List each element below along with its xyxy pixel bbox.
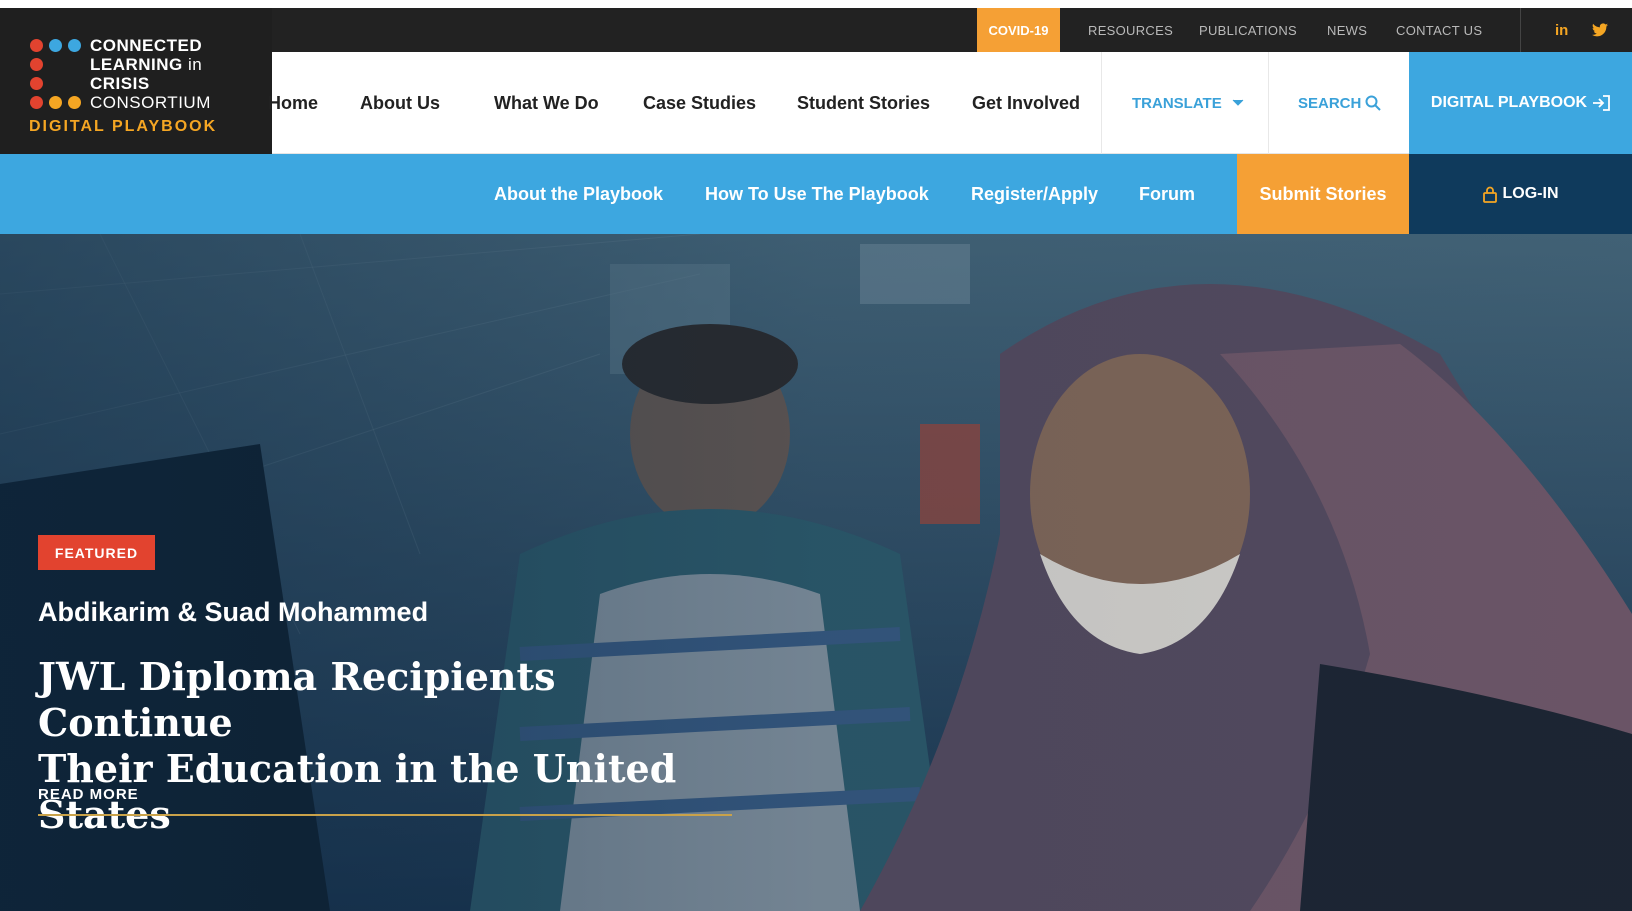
main-nav: Home About Us What We Do Case Studies St… [268, 52, 1632, 154]
utility-divider [1520, 8, 1521, 52]
news-link[interactable]: NEWS [1327, 8, 1367, 52]
featured-hero: FEATURED Abdikarim & Suad Mohammed JWL D… [0, 234, 1632, 911]
logo-wordmark: CONNECTED LEARNING in CRISIS CONSORTIUM [90, 36, 211, 112]
nav-separator [1268, 52, 1269, 154]
logo-line-2: LEARNING in [90, 55, 211, 74]
search-label: SEARCH [1298, 94, 1362, 112]
featured-names: Abdikarim & Suad Mohammed [38, 597, 429, 627]
logo-dots-icon [30, 39, 90, 119]
nav-get-involved[interactable]: Get Involved [972, 52, 1080, 154]
logo-line-4: CONSORTIUM [90, 93, 211, 112]
sign-in-arrow-icon [1593, 95, 1610, 111]
read-more-link[interactable]: READ MORE [38, 786, 139, 803]
logo-line-1: CONNECTED [90, 36, 203, 55]
nav-about-us[interactable]: About Us [360, 52, 440, 154]
login-button[interactable]: LOG-IN [1409, 154, 1632, 234]
nav-what-we-do[interactable]: What We Do [494, 52, 599, 154]
contact-us-link[interactable]: CONTACT US [1396, 8, 1482, 52]
logo-line-3: CRISIS [90, 74, 150, 93]
search-icon [1365, 95, 1382, 111]
publications-link[interactable]: PUBLICATIONS [1199, 8, 1297, 52]
utility-bar: COVID-19 RESOURCES PUBLICATIONS NEWS CON… [272, 8, 1632, 52]
logo-line-2-bold: LEARNING [90, 55, 183, 74]
translate-dropdown[interactable]: TRANSLATE [1132, 52, 1244, 154]
headline-line-1: JWL Diploma Recipients Continue [38, 654, 556, 745]
twitter-icon[interactable] [1592, 8, 1608, 52]
chevron-down-icon [1232, 99, 1244, 106]
subnav-about-playbook[interactable]: About the Playbook [494, 154, 663, 234]
nav-separator [1101, 52, 1102, 154]
submit-stories-button[interactable]: Submit Stories [1237, 154, 1409, 234]
featured-headline[interactable]: JWL Diploma Recipients Continue Their Ed… [38, 654, 758, 838]
playbook-subnav: About the Playbook How To Use The Playbo… [0, 154, 1632, 234]
read-more-underline [38, 814, 732, 816]
subnav-forum[interactable]: Forum [1139, 154, 1195, 234]
digital-playbook-label: DIGITAL PLAYBOOK [1430, 94, 1588, 111]
headline-line-2: Their Education in the United States [38, 746, 677, 837]
logo-line-2-light: in [182, 55, 203, 74]
nav-home[interactable]: Home [268, 52, 318, 154]
logo-subtitle: DIGITAL PLAYBOOK [29, 118, 218, 135]
search-button[interactable]: SEARCH [1298, 52, 1382, 154]
subnav-register-apply[interactable]: Register/Apply [971, 154, 1098, 234]
site-logo[interactable]: CONNECTED LEARNING in CRISIS CONSORTIUM … [0, 8, 272, 154]
lock-icon [1482, 186, 1497, 203]
featured-badge: FEATURED [38, 535, 155, 570]
subnav-how-to-use[interactable]: How To Use The Playbook [705, 154, 929, 234]
login-label: LOG-IN [1502, 185, 1559, 202]
nav-case-studies[interactable]: Case Studies [643, 52, 756, 154]
resources-link[interactable]: RESOURCES [1088, 8, 1173, 52]
nav-student-stories[interactable]: Student Stories [797, 52, 930, 154]
digital-playbook-button[interactable]: DIGITAL PLAYBOOK [1409, 52, 1632, 154]
linkedin-icon[interactable]: in [1555, 8, 1568, 52]
covid-link[interactable]: COVID-19 [977, 8, 1060, 52]
translate-label: TRANSLATE [1132, 94, 1222, 112]
